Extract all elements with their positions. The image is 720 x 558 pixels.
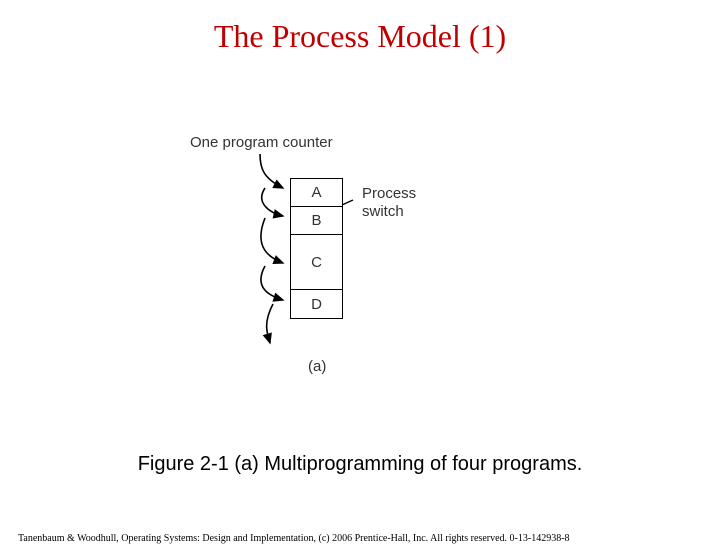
process-cell-c: C bbox=[291, 235, 342, 290]
subfigure-label: (a) bbox=[308, 358, 326, 375]
copyright-notice: Tanenbaum & Woodhull, Operating Systems:… bbox=[18, 533, 702, 544]
process-cell-b: B bbox=[291, 207, 342, 235]
label-process: Process bbox=[362, 185, 416, 202]
slide-title: The Process Model (1) bbox=[0, 18, 720, 55]
process-cell-d: D bbox=[291, 290, 342, 318]
label-process-switch: Process switch bbox=[362, 185, 416, 221]
figure-caption: Figure 2-1 (a) Multiprogramming of four … bbox=[0, 453, 720, 476]
label-switch: switch bbox=[362, 203, 404, 220]
label-one-program-counter: One program counter bbox=[190, 134, 333, 151]
process-cell-a: A bbox=[291, 179, 342, 207]
figure-diagram: One program counter Process switch A B C… bbox=[190, 128, 530, 418]
process-stack: A B C D bbox=[290, 178, 343, 319]
